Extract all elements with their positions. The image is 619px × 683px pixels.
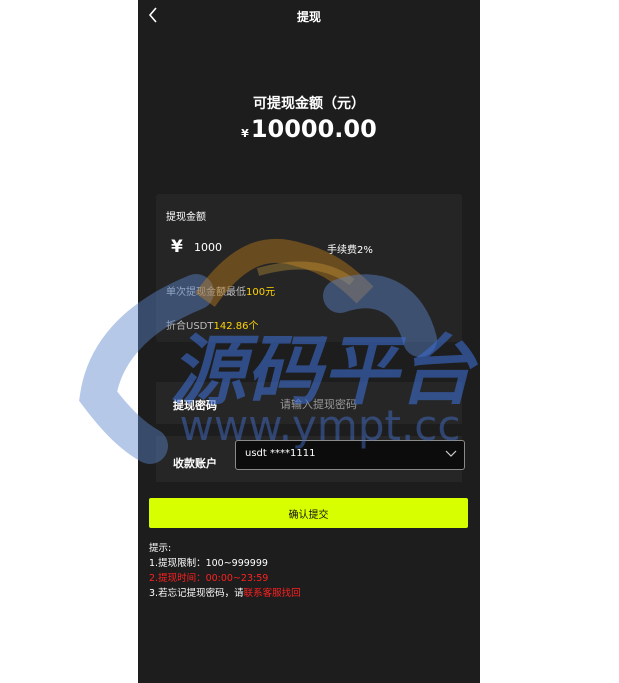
available-balance-label: 可提现金额（元） [253,96,365,112]
tip-forgot-password: 3.若忘记提现密码，请联系客服找回 [149,586,301,601]
tip-time: 2.提现时间：00:00~23:59 [149,573,269,584]
yen-icon: ¥ [171,237,183,257]
receiving-account-value: usdt ****1111 [245,448,316,459]
minimum-amount-value: 100元 [246,287,276,298]
usdt-equivalent-value: 142.86个 [213,321,259,332]
submit-button[interactable]: 确认提交 [149,498,468,528]
withdraw-password-row: 提现密码 [156,382,462,424]
withdraw-password-input[interactable] [280,395,450,413]
available-balance: ¥10000.00 [138,115,480,143]
withdraw-password-label: 提现密码 [173,399,217,412]
usdt-equivalent-prefix: 折合USDT [166,321,214,332]
tip-limit: 1.提现限制：100~999999 [149,558,268,569]
receiving-account-label: 收款账户 [173,457,217,470]
minimum-amount-prefix: 单次提现金额最低 [166,287,246,298]
receiving-account-select[interactable]: usdt ****1111 [235,440,465,470]
withdraw-amount-card: 提现金额 ¥ 手续费2% 单次提现金额最低100元 折合USDT142.86个 [156,194,462,342]
nav-bar: 提现 [138,0,480,32]
chevron-down-icon [445,450,457,457]
withdraw-amount-input[interactable] [194,239,304,255]
fee-rate: 手续费2% [327,245,373,256]
tip-forgot-prefix: 3.若忘记提现密码，请 [149,588,244,599]
receiving-account-row: 收款账户 usdt ****1111 [156,436,465,482]
usdt-equivalent-note: 折合USDT142.86个 [166,317,258,332]
tips-title: 提示: [149,543,172,554]
available-balance-amount: 10000.00 [250,115,377,143]
currency-symbol: ¥ [241,127,249,140]
page-title: 提现 [296,10,321,24]
phone-screen: 提现 可提现金额（元） ¥10000.00 提现金额 ¥ 手续费2% 单次提现金… [138,0,480,683]
contact-support-link[interactable]: 联系客服找回 [244,588,301,599]
withdraw-amount-label: 提现金额 [166,212,206,223]
tips-section: 提示: 1.提现限制：100~999999 2.提现时间：00:00~23:59… [149,541,301,601]
minimum-amount-note: 单次提现金额最低100元 [166,283,275,298]
